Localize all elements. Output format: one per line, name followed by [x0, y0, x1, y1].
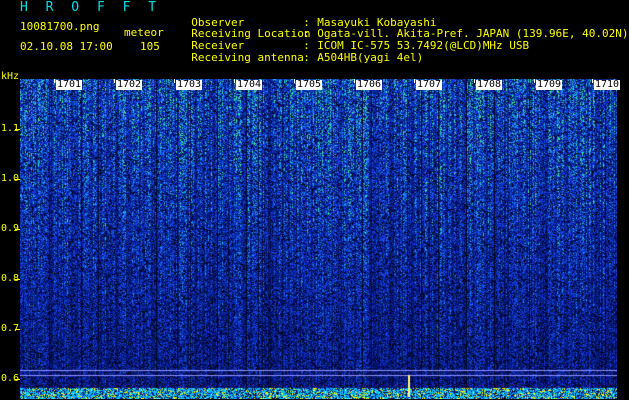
- x-tick-label: 1704: [236, 79, 263, 90]
- meteor-count: 105: [140, 40, 160, 53]
- x-tick-label: 1706: [356, 79, 383, 90]
- x-tick-label: 1707: [416, 79, 443, 90]
- x-tick-label: 1701: [56, 79, 83, 90]
- x-tick-label: 1708: [476, 79, 503, 90]
- x-tick: [474, 79, 475, 83]
- x-tick: [54, 79, 55, 83]
- x-tick: [234, 79, 235, 83]
- x-tick: [592, 79, 593, 83]
- x-tick-label: 1709: [536, 79, 563, 90]
- date-time: 02.10.08 17:00: [20, 40, 113, 53]
- info-value: A504HB(yagi 4el): [317, 51, 424, 64]
- y-tick: [15, 229, 20, 230]
- y-axis-unit: kHz: [1, 71, 20, 82]
- y-axis: kHz 1.1 1.0 0.9 0.8 0.7 0.6: [0, 72, 20, 400]
- meteor-label: meteor: [124, 26, 164, 39]
- x-tick-label: 1702: [116, 79, 143, 90]
- x-tick-label: 1710: [594, 79, 621, 90]
- x-tick: [294, 79, 295, 83]
- y-tick: [15, 279, 20, 280]
- spectrogram-canvas: [20, 79, 617, 399]
- x-tick: [114, 79, 115, 83]
- info-key: Receiving antenna: [191, 51, 304, 64]
- x-tick-label: 1703: [176, 79, 203, 90]
- x-tick: [174, 79, 175, 83]
- y-tick: [15, 329, 20, 330]
- x-tick: [354, 79, 355, 83]
- info-antenna: Receiving antenna: A504HB(yagi 4el): [191, 51, 424, 64]
- y-tick: [15, 379, 20, 380]
- app-title: H R O F F T: [20, 0, 162, 15]
- x-tick: [414, 79, 415, 83]
- y-tick: [15, 129, 20, 130]
- y-tick: [15, 179, 20, 180]
- x-tick: [534, 79, 535, 83]
- x-tick-label: 1705: [296, 79, 323, 90]
- file-name: 10081700.png: [20, 20, 100, 33]
